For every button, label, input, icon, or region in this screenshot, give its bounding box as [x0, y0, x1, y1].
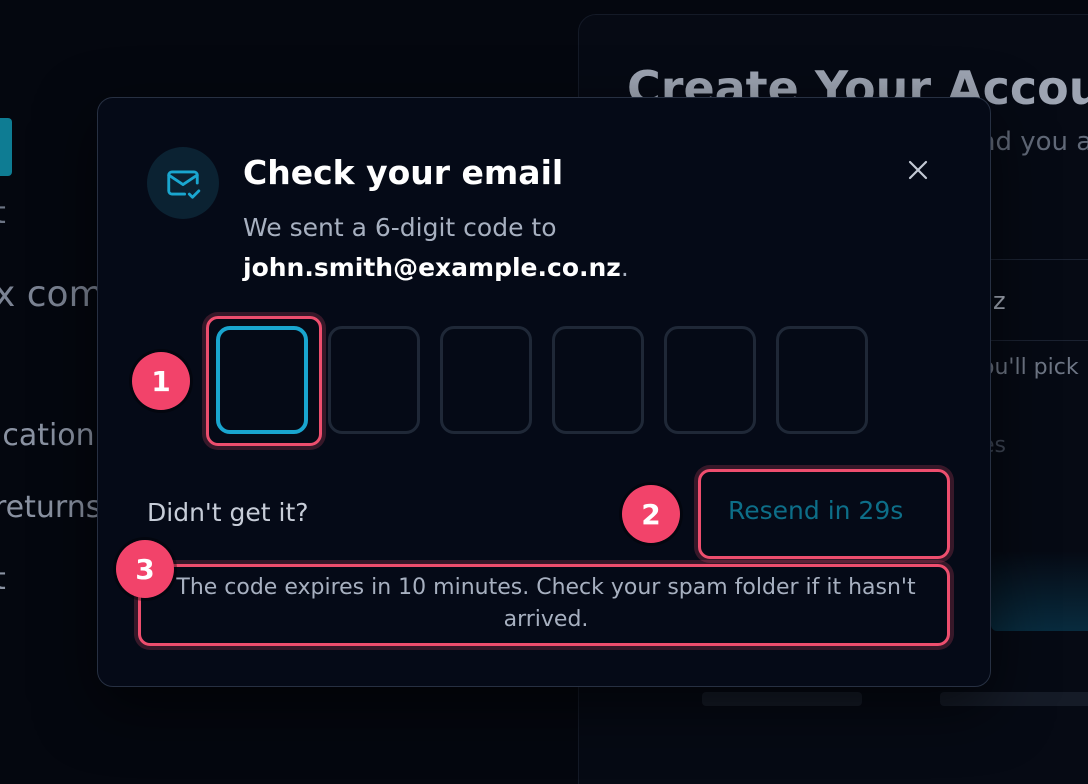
background-field-text: z	[993, 287, 1006, 315]
annotation-badge-1: 1	[132, 352, 190, 410]
resend-prompt: Didn't get it?	[147, 498, 309, 527]
resend-code-button[interactable]: Resend in 29s	[728, 496, 903, 525]
modal-description: We sent a 6-digit code to john.smith@exa…	[243, 208, 629, 288]
background-text: returns	[0, 490, 102, 525]
mail-check-icon	[167, 170, 201, 199]
mail-check-icon-badge	[147, 147, 219, 219]
background-text: x com	[0, 274, 104, 315]
description-text: We sent a 6-digit code to	[243, 213, 557, 242]
background-footer-bar	[702, 692, 862, 706]
otp-digit-2[interactable]	[328, 326, 420, 434]
verify-email-modal: Check your email We sent a 6-digit code …	[97, 97, 991, 687]
otp-digit-1[interactable]	[216, 326, 308, 434]
annotation-badge-2: 2	[622, 485, 680, 543]
background-hint: ou'll pick	[981, 355, 1079, 380]
modal-title: Check your email	[243, 153, 564, 192]
background-card-subtitle: nd you a	[979, 127, 1088, 157]
expiry-note: The code expires in 10 minutes. Check yo…	[176, 575, 916, 632]
screen: t x com ication returns t Create Your Ac…	[0, 0, 1088, 784]
otp-digit-4[interactable]	[552, 326, 644, 434]
description-period: .	[620, 253, 629, 282]
description-email-line: john.smith@example.co.nz.	[243, 248, 629, 288]
background-accent-block	[0, 118, 12, 176]
background-footer-bar	[940, 692, 1088, 706]
otp-digit-6[interactable]	[776, 326, 868, 434]
background-text: ication	[0, 418, 95, 453]
background-text: t	[0, 562, 6, 597]
background-text: t	[0, 196, 6, 231]
otp-digit-3[interactable]	[440, 326, 532, 434]
otp-digit-5[interactable]	[664, 326, 756, 434]
close-icon	[908, 160, 928, 180]
close-button[interactable]	[898, 150, 938, 190]
recipient-email: john.smith@example.co.nz	[243, 253, 621, 282]
background-button-glow	[991, 551, 1088, 631]
annotation-badge-3: 3	[116, 540, 174, 598]
